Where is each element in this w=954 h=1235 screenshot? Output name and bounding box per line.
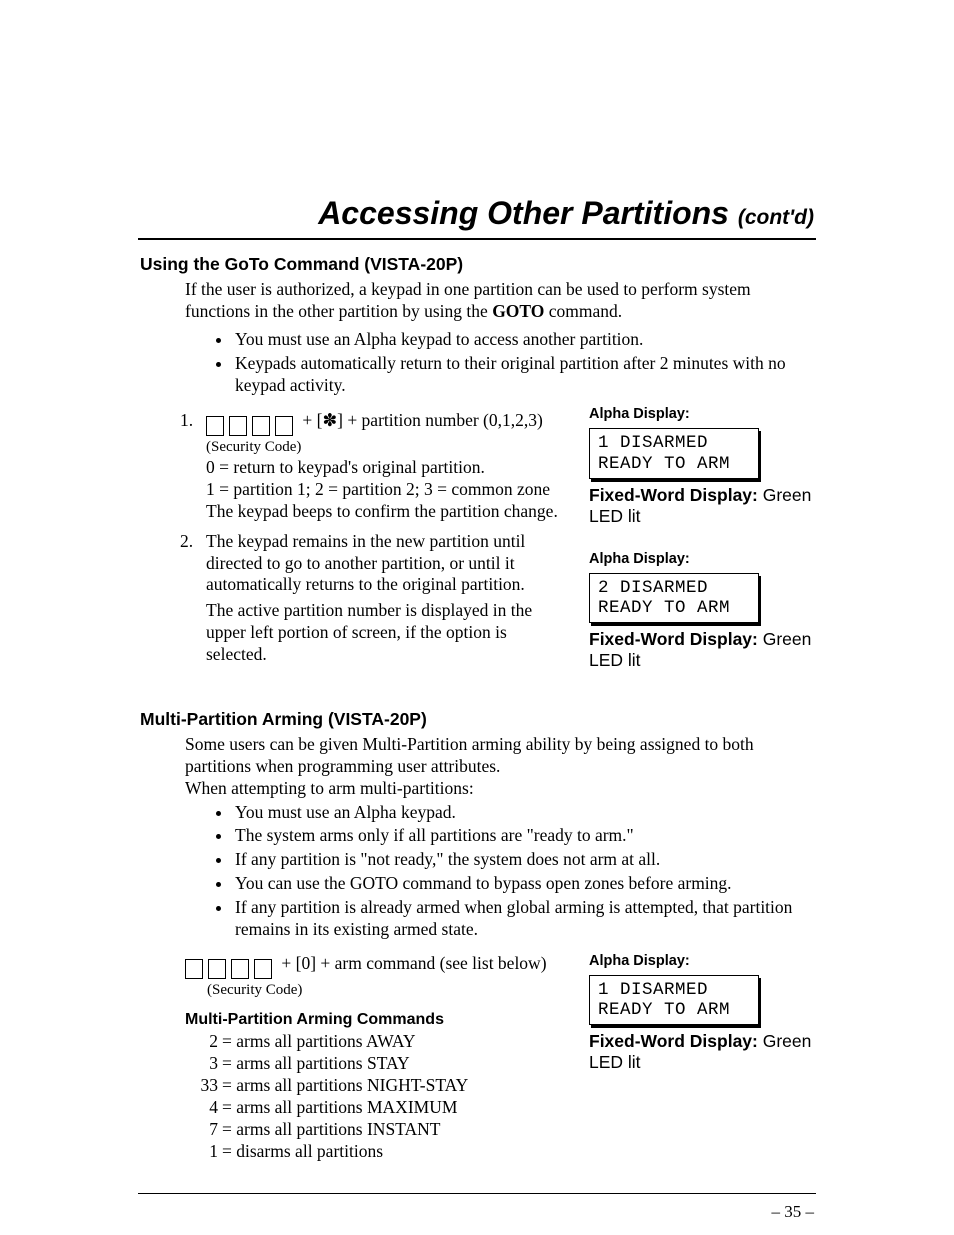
step3-line1: + [0] + arm command (see list below) xyxy=(277,953,547,973)
left-column: + [0] + arm command (see list below) (Se… xyxy=(140,947,559,1163)
cmd-row: 2= arms all partitions AWAY xyxy=(192,1031,559,1053)
step-1: 1. + [✽] + partition number (0,1,2,3) (S… xyxy=(180,410,559,522)
security-code-note: (Security Code) xyxy=(207,981,559,1000)
section-multi-partition-header: Multi-Partition Arming (VISTA-20P) xyxy=(140,709,814,730)
multi-partition-arming-commands-header: Multi-Partition Arming Commands xyxy=(185,1011,559,1029)
step-text: The keypad remains in the new partition … xyxy=(206,531,559,666)
cmd-row: 3= arms all partitions STAY xyxy=(192,1053,559,1075)
fixed-word-line: Fixed-Word Display: Green LED lit xyxy=(589,1031,814,1073)
page-number: – 35 – xyxy=(140,1202,814,1222)
two-column-row-2: + [0] + arm command (see list below) (Se… xyxy=(140,947,814,1163)
intro-text-b: command. xyxy=(544,301,622,321)
bullet-item: If any partition is "not ready," the sys… xyxy=(233,849,814,871)
two-column-row-1: 1. + [✽] + partition number (0,1,2,3) (S… xyxy=(140,402,814,695)
bullet-item: If any partition is already armed when g… xyxy=(233,897,814,941)
lcd-display-1: 1 DISARMED READY TO ARM xyxy=(589,428,759,478)
section-using-goto-header: Using the GoTo Command (VISTA-20P) xyxy=(140,254,814,275)
fixed-word-label: Fixed-Word Display: xyxy=(589,629,763,649)
left-column: 1. + [✽] + partition number (0,1,2,3) (S… xyxy=(140,402,559,695)
lcd-line: READY TO ARM xyxy=(598,598,750,618)
alpha-display-block-1: Alpha Display: 1 DISARMED READY TO ARM F… xyxy=(589,406,814,526)
step-2: 2. The keypad remains in the new partiti… xyxy=(180,531,559,666)
cmd-row: 1= disarms all partitions xyxy=(192,1141,559,1163)
lcd-line: 2 DISARMED xyxy=(598,578,750,598)
manual-page: Accessing Other Partitions (cont'd) Usin… xyxy=(0,0,954,1235)
bullet-item: You can use the GOTO command to bypass o… xyxy=(233,873,814,895)
fixed-word-line: Fixed-Word Display: Green LED lit xyxy=(589,485,814,527)
intro-goto-bold: GOTO xyxy=(492,301,544,321)
lcd-display-3: 1 DISARMED READY TO ARM xyxy=(589,975,759,1025)
bullet-item: You must use an Alpha keypad. xyxy=(233,802,814,824)
step1-line4: The keypad beeps to confirm the partitio… xyxy=(206,501,559,523)
step1-line2: 0 = return to keypad's original partitio… xyxy=(206,457,559,479)
bullet-item: You must use an Alpha keypad to access a… xyxy=(233,329,814,351)
step-3: + [0] + arm command (see list below) (Se… xyxy=(185,953,559,1000)
step-number: 1. xyxy=(180,410,206,522)
bullet-item: The system arms only if all partitions a… xyxy=(233,825,814,847)
step-number: 2. xyxy=(180,531,206,666)
security-code-boxes xyxy=(206,414,298,436)
section2-intro2: When attempting to arm multi-partitions: xyxy=(185,778,814,800)
security-code-boxes xyxy=(185,957,277,979)
section1-intro: If the user is authorized, a keypad in o… xyxy=(185,279,814,323)
step1-line1: + [✽] + partition number (0,1,2,3) xyxy=(298,410,543,430)
step-text: + [✽] + partition number (0,1,2,3) (Secu… xyxy=(206,410,559,522)
fixed-word-label: Fixed-Word Display: xyxy=(589,1031,763,1051)
lcd-line: 1 DISARMED xyxy=(598,433,750,453)
section1-bullets: You must use an Alpha keypad to access a… xyxy=(185,329,814,397)
right-column: Alpha Display: 1 DISARMED READY TO ARM F… xyxy=(589,402,814,695)
fixed-word-label: Fixed-Word Display: xyxy=(589,485,763,505)
alpha-display-block-3: Alpha Display: 1 DISARMED READY TO ARM F… xyxy=(589,953,814,1073)
title-contd: (cont'd) xyxy=(738,206,814,229)
title-main: Accessing Other Partitions xyxy=(318,195,738,231)
fixed-word-line: Fixed-Word Display: Green LED lit xyxy=(589,629,814,671)
step1-line3: 1 = partition 1; 2 = partition 2; 3 = co… xyxy=(206,479,559,501)
cmd-row: 33= arms all partitions NIGHT-STAY xyxy=(192,1075,559,1097)
intro-text-a: If the user is authorized, a keypad in o… xyxy=(185,279,751,321)
lcd-line: 1 DISARMED xyxy=(598,980,750,1000)
title-rule xyxy=(138,238,816,240)
security-code-note: (Security Code) xyxy=(206,438,559,457)
cmd-row: 7= arms all partitions INSTANT xyxy=(192,1119,559,1141)
step2-para2: The active partition number is displayed… xyxy=(206,600,559,666)
alpha-display-block-2: Alpha Display: 2 DISARMED READY TO ARM F… xyxy=(589,551,814,671)
section2-bullets: You must use an Alpha keypad. The system… xyxy=(185,802,814,941)
arming-commands-list: 2= arms all partitions AWAY 3= arms all … xyxy=(192,1031,559,1162)
alpha-display-label: Alpha Display: xyxy=(589,406,814,422)
bullet-item: Keypads automatically return to their or… xyxy=(233,353,814,397)
page-title: Accessing Other Partitions (cont'd) xyxy=(140,195,814,232)
lcd-display-2: 2 DISARMED READY TO ARM xyxy=(589,573,759,623)
lcd-line: READY TO ARM xyxy=(598,454,750,474)
alpha-display-label: Alpha Display: xyxy=(589,953,814,969)
cmd-row: 4= arms all partitions MAXIMUM xyxy=(192,1097,559,1119)
lcd-line: READY TO ARM xyxy=(598,1000,750,1020)
alpha-display-label: Alpha Display: xyxy=(589,551,814,567)
right-column: Alpha Display: 1 DISARMED READY TO ARM F… xyxy=(589,947,814,1163)
step2-para1: The keypad remains in the new partition … xyxy=(206,531,559,597)
footer-rule xyxy=(138,1193,816,1194)
section2-intro: Some users can be given Multi-Partition … xyxy=(185,734,814,778)
